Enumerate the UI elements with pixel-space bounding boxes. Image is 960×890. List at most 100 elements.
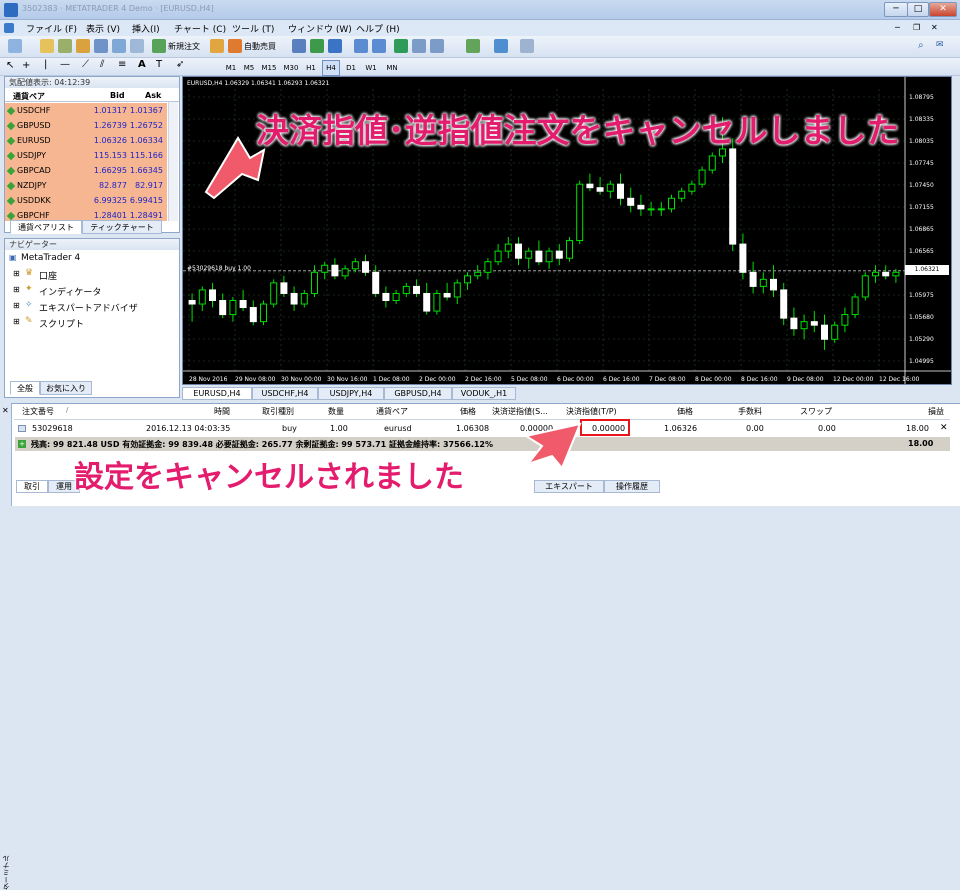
chart-tab-usdchf[interactable]: USDCHF,H4 [252, 387, 318, 400]
tf-m30[interactable]: M30 [280, 60, 302, 76]
col-ask[interactable]: Ask [145, 91, 161, 100]
market-watch-row[interactable]: USDDKK 6.99325 6.99415 [5, 193, 167, 209]
horizontal-line-icon[interactable]: — [60, 59, 70, 70]
close-button[interactable]: ✕ [929, 2, 957, 17]
new-chart-icon[interactable] [8, 39, 22, 53]
nav-root[interactable]: MetaTrader 4 [21, 253, 80, 263]
tab-symbols[interactable]: 通貨ペアリスト [10, 220, 82, 234]
tab-tick-chart[interactable]: ティックチャート [82, 220, 162, 234]
market-watch-row[interactable]: GBPUSD 1.26739 1.26752 [5, 118, 167, 134]
profiles-icon[interactable] [40, 39, 54, 53]
trendline-icon[interactable]: ⟋ [82, 59, 89, 70]
th-price[interactable]: 価格 [460, 406, 476, 417]
fibonacci-icon[interactable]: ≡ [118, 59, 126, 70]
tf-h4[interactable]: H4 [322, 60, 340, 76]
auto-trade-icon[interactable] [228, 39, 242, 53]
chart-tab-voduk[interactable]: VODUK_,H1 [452, 387, 516, 400]
meta-editor-icon[interactable] [210, 39, 224, 53]
col-symbol[interactable]: 通貨ペア [13, 91, 45, 102]
new-order-icon[interactable] [152, 39, 166, 53]
th-current-price[interactable]: 価格 [677, 406, 693, 417]
menu-view[interactable]: 表示 (V) [86, 22, 120, 35]
close-order-icon[interactable]: ✕ [940, 423, 948, 433]
tile-windows-icon[interactable] [394, 39, 408, 53]
th-swap[interactable]: スワップ [800, 406, 832, 417]
arrows-icon[interactable]: ➶ [176, 59, 184, 70]
col-bid[interactable]: Bid [110, 91, 125, 100]
zoom-out-icon[interactable] [372, 39, 386, 53]
vertical-line-icon[interactable]: | [44, 59, 47, 70]
tester-icon[interactable] [130, 39, 144, 53]
menu-file[interactable]: ファイル (F) [26, 22, 77, 35]
market-watch-row[interactable]: NZDJPY 82.877 82.917 [5, 178, 167, 194]
expand-icon[interactable]: ⊞ [13, 269, 20, 278]
templates-icon[interactable] [520, 39, 534, 53]
market-watch-icon[interactable] [58, 39, 72, 53]
tf-m1[interactable]: M1 [222, 60, 240, 76]
th-order[interactable]: 注文番号 [22, 406, 54, 417]
chat-icon[interactable]: ✉ [936, 40, 944, 50]
tab-favorites[interactable]: お気に入り [40, 381, 92, 395]
tf-h1[interactable]: H1 [302, 60, 320, 76]
terminal-tab-trade[interactable]: 取引 [16, 480, 48, 493]
mdi-close-icon[interactable]: ✕ [931, 23, 938, 32]
th-sl[interactable]: 決済逆指値(S... [492, 406, 548, 417]
tf-m5[interactable]: M5 [240, 60, 258, 76]
market-watch-row[interactable]: EURUSD 1.06326 1.06334 [5, 133, 167, 149]
market-watch-row[interactable]: GBPCAD 1.66295 1.66345 [5, 163, 167, 179]
menu-chart[interactable]: チャート (C) [174, 22, 226, 35]
data-window-icon[interactable] [76, 39, 90, 53]
minimize-button[interactable]: ─ [884, 2, 908, 17]
chart-tab-eurusd[interactable]: EURUSD,H4 [182, 387, 252, 400]
expand-icon[interactable]: ⊞ [13, 285, 20, 294]
tf-d1[interactable]: D1 [342, 60, 360, 76]
th-commission[interactable]: 手数料 [738, 406, 762, 417]
crosshair-icon[interactable]: + [22, 60, 30, 71]
zoom-in-icon[interactable] [354, 39, 368, 53]
chart-shift-icon[interactable] [430, 39, 444, 53]
tf-w1[interactable]: W1 [362, 60, 380, 76]
th-size[interactable]: 数量 [328, 406, 344, 417]
text-label-icon[interactable]: A [138, 59, 146, 70]
market-watch-row[interactable]: USDJPY 115.153 115.166 [5, 148, 167, 164]
terminal-close-icon[interactable]: ✕ [2, 406, 9, 415]
text-label2-icon[interactable]: T [156, 59, 162, 70]
market-watch-row[interactable]: USDCHF 1.01317 1.01367 [5, 103, 167, 119]
bar-chart-icon[interactable] [292, 39, 306, 53]
expand-icon[interactable]: ⊞ [13, 301, 20, 310]
nav-expert-advisors[interactable]: エキスパートアドバイザ [39, 301, 138, 314]
maximize-button[interactable]: □ [907, 2, 929, 17]
menu-window[interactable]: ウィンドウ (W) [288, 22, 352, 35]
terminal-tab-journal[interactable]: 操作履歴 [604, 480, 660, 493]
tab-general[interactable]: 全般 [10, 381, 40, 395]
market-watch-scrollbar[interactable] [168, 102, 178, 221]
search-icon[interactable]: ⌕ [918, 40, 924, 51]
menu-insert[interactable]: 挿入(I) [132, 22, 160, 35]
autoscroll-icon[interactable] [412, 39, 426, 53]
terminal-icon[interactable] [112, 39, 126, 53]
chart-tab-gbpusd[interactable]: GBPUSD,H4 [384, 387, 452, 400]
line-chart-icon[interactable] [328, 39, 342, 53]
th-tp[interactable]: 決済指値(T/P) [566, 406, 617, 417]
periods-icon[interactable] [494, 39, 508, 53]
th-time[interactable]: 時間 [214, 406, 230, 417]
channel-icon[interactable]: ⫽ [100, 59, 104, 70]
auto-trade-button[interactable]: 自動売買 [244, 41, 276, 52]
new-order-button[interactable]: 新規注文 [168, 41, 200, 52]
app-menu-icon[interactable] [4, 23, 14, 33]
candlestick-icon[interactable] [310, 39, 324, 53]
expand-icon[interactable]: ⊞ [13, 317, 20, 326]
cursor-icon[interactable]: ↖ [6, 60, 14, 71]
mdi-minimize-icon[interactable]: ─ [895, 23, 900, 32]
menu-tools[interactable]: ツール (T) [232, 22, 274, 35]
th-type[interactable]: 取引種別 [262, 406, 294, 417]
chart-tab-usdjpy[interactable]: USDJPY,H4 [318, 387, 384, 400]
menu-help[interactable]: ヘルプ (H) [356, 22, 400, 35]
nav-scripts[interactable]: スクリプト [39, 317, 84, 330]
th-profit[interactable]: 損益 [928, 406, 944, 417]
terminal-tab-experts[interactable]: エキスパート [534, 480, 604, 493]
mdi-restore-icon[interactable]: ❐ [913, 23, 920, 32]
th-symbol[interactable]: 通貨ペア [376, 406, 408, 417]
nav-accounts[interactable]: 口座 [39, 269, 57, 282]
tf-mn[interactable]: MN [382, 60, 402, 76]
